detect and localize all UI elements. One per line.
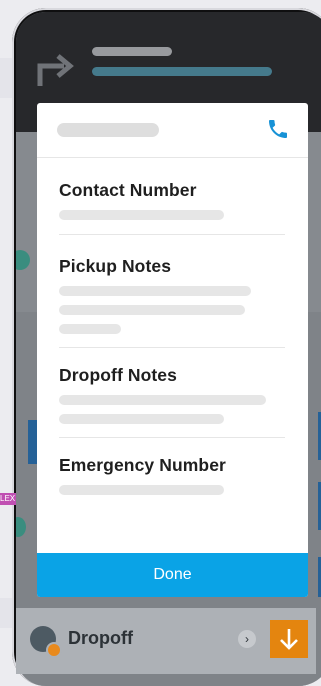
divider	[59, 234, 285, 235]
value-placeholder	[59, 210, 224, 220]
emergency-number-label: Emergency Number	[59, 455, 226, 475]
pickup-notes-section: Pickup Notes	[59, 255, 286, 334]
dialog-title-placeholder	[57, 123, 159, 137]
value-placeholder	[59, 324, 121, 334]
done-button[interactable]: Done	[37, 553, 308, 597]
contact-number-section: Contact Number	[59, 179, 286, 220]
dropoff-bar[interactable]: Dropoff ›	[16, 608, 316, 674]
pickup-notes-label: Pickup Notes	[59, 256, 172, 276]
status-dot	[46, 642, 62, 658]
arrow-down-icon	[280, 629, 298, 650]
value-placeholder	[59, 395, 266, 405]
dropoff-notes-label: Dropoff Notes	[59, 365, 177, 385]
value-placeholder	[59, 485, 224, 495]
value-placeholder	[59, 414, 224, 424]
value-placeholder	[59, 305, 245, 315]
trip-info-dialog: Contact Number Pickup Notes Dropoff Note…	[37, 103, 308, 597]
value-placeholder	[59, 286, 251, 296]
contact-number-label: Contact Number	[59, 180, 197, 200]
dialog-header	[37, 103, 308, 158]
emergency-number-section: Emergency Number	[59, 454, 286, 495]
divider	[59, 347, 285, 348]
dropoff-label: Dropoff	[68, 628, 133, 648]
map-label: LEX	[0, 493, 16, 505]
arrow-down-button[interactable]	[270, 620, 308, 658]
divider	[59, 437, 285, 438]
chevron-right-icon[interactable]: ›	[238, 630, 256, 648]
phone-icon[interactable]	[266, 117, 290, 141]
dropoff-notes-section: Dropoff Notes	[59, 364, 286, 424]
